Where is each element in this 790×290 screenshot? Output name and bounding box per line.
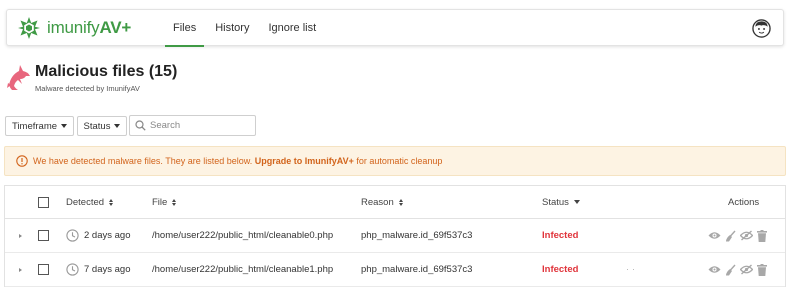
search-input[interactable] xyxy=(150,118,250,133)
imunify-logo-icon xyxy=(18,17,40,39)
column-reason[interactable]: Reason xyxy=(361,186,403,218)
logo-text: imunifyAV+ xyxy=(47,18,132,37)
trash-icon[interactable] xyxy=(757,229,767,242)
cleanup-icon[interactable] xyxy=(725,230,736,242)
eye-icon[interactable] xyxy=(708,265,721,274)
sort-icon xyxy=(172,198,177,206)
alert-text-after: for automatic cleanup xyxy=(353,156,443,166)
reason-value: php_malware.id_69f537c3 xyxy=(361,230,473,241)
alert-message: We have detected malware files. They are… xyxy=(33,156,442,166)
column-actions-label: Actions xyxy=(728,196,760,208)
ignore-icon[interactable] xyxy=(740,264,753,275)
chevron-down-icon xyxy=(61,124,68,128)
page-subtitle: Malware detected by ImunifyAV xyxy=(35,84,140,93)
expand-row-icon[interactable] xyxy=(19,267,22,272)
status-badge: Infected xyxy=(542,264,579,275)
warning-icon xyxy=(16,155,28,167)
row-actions xyxy=(708,219,767,252)
reason-value: php_malware.id_69f537c3 xyxy=(361,264,473,275)
loading-dot xyxy=(633,269,634,270)
detected-value: 7 days ago xyxy=(84,264,131,275)
expand-row-cell xyxy=(19,219,22,252)
table-header: Detected File Reason Status Actions xyxy=(5,186,785,219)
status-dropdown[interactable]: Status xyxy=(77,116,127,136)
detected-value: 2 days ago xyxy=(84,230,131,241)
row-checkbox[interactable] xyxy=(38,230,49,241)
detected-cell: 7 days ago xyxy=(66,253,130,286)
top-navbar: imunifyAV+ Files History Ignore list xyxy=(6,9,784,47)
status-filter-label: Status xyxy=(83,120,111,132)
malicious-files-table: Detected File Reason Status Actions 2 da… xyxy=(4,185,786,287)
alert-text-before: We have detected malware files. They are… xyxy=(33,156,255,166)
row-select-cell xyxy=(38,253,49,286)
status-badge: Infected xyxy=(542,230,579,241)
select-all-cell xyxy=(38,186,49,218)
user-avatar-icon[interactable] xyxy=(752,19,771,38)
file-path: /home/user222/public_html/cleanable0.php xyxy=(152,230,334,241)
row-actions xyxy=(708,253,767,286)
row-checkbox[interactable] xyxy=(38,264,49,275)
tab-ignore-list[interactable]: Ignore list xyxy=(260,10,324,47)
main-nav-tabs: Files History Ignore list xyxy=(165,10,327,47)
timeframe-dropdown[interactable]: Timeframe xyxy=(5,116,74,136)
chevron-down-icon xyxy=(114,124,121,128)
expand-row-icon[interactable] xyxy=(19,233,22,238)
search-icon xyxy=(135,120,146,131)
trash-icon[interactable] xyxy=(757,263,767,276)
detected-cell: 2 days ago xyxy=(66,219,130,252)
cleanup-icon[interactable] xyxy=(725,264,736,276)
tab-history[interactable]: History xyxy=(207,10,257,47)
page-title: Malicious files (15) xyxy=(35,63,178,80)
eye-icon[interactable] xyxy=(708,231,721,240)
clock-icon xyxy=(66,263,79,276)
sort-icon xyxy=(109,198,114,206)
column-file[interactable]: File xyxy=(152,186,177,218)
sort-icon xyxy=(398,198,403,206)
row-select-cell xyxy=(38,219,49,252)
malware-alert-banner: We have detected malware files. They are… xyxy=(4,146,786,176)
column-reason-label: Reason xyxy=(361,196,394,208)
column-actions: Actions xyxy=(728,186,759,218)
ignore-icon[interactable] xyxy=(740,230,753,241)
loading-dot xyxy=(627,269,628,270)
chevron-down-icon xyxy=(573,200,580,204)
file-path: /home/user222/public_html/cleanable1.php xyxy=(152,264,334,275)
shark-icon xyxy=(7,65,30,90)
column-detected[interactable]: Detected xyxy=(66,186,114,218)
column-detected-label: Detected xyxy=(66,196,105,208)
clock-icon xyxy=(66,229,79,242)
timeframe-label: Timeframe xyxy=(11,120,58,132)
select-all-checkbox[interactable] xyxy=(38,196,49,208)
table-row[interactable]: 2 days ago /home/user222/public_html/cle… xyxy=(5,219,785,253)
table-row[interactable]: 7 days ago /home/user222/public_html/cle… xyxy=(5,253,785,287)
column-status-label: Status xyxy=(542,196,569,208)
expand-row-cell xyxy=(19,253,22,286)
upgrade-link[interactable]: Upgrade to ImunifyAV+ xyxy=(255,156,354,166)
search-field[interactable] xyxy=(129,115,256,136)
app-logo[interactable]: imunifyAV+ xyxy=(17,16,131,40)
column-file-label: File xyxy=(152,196,168,208)
column-status[interactable]: Status xyxy=(542,186,580,218)
tab-files[interactable]: Files xyxy=(165,10,205,47)
